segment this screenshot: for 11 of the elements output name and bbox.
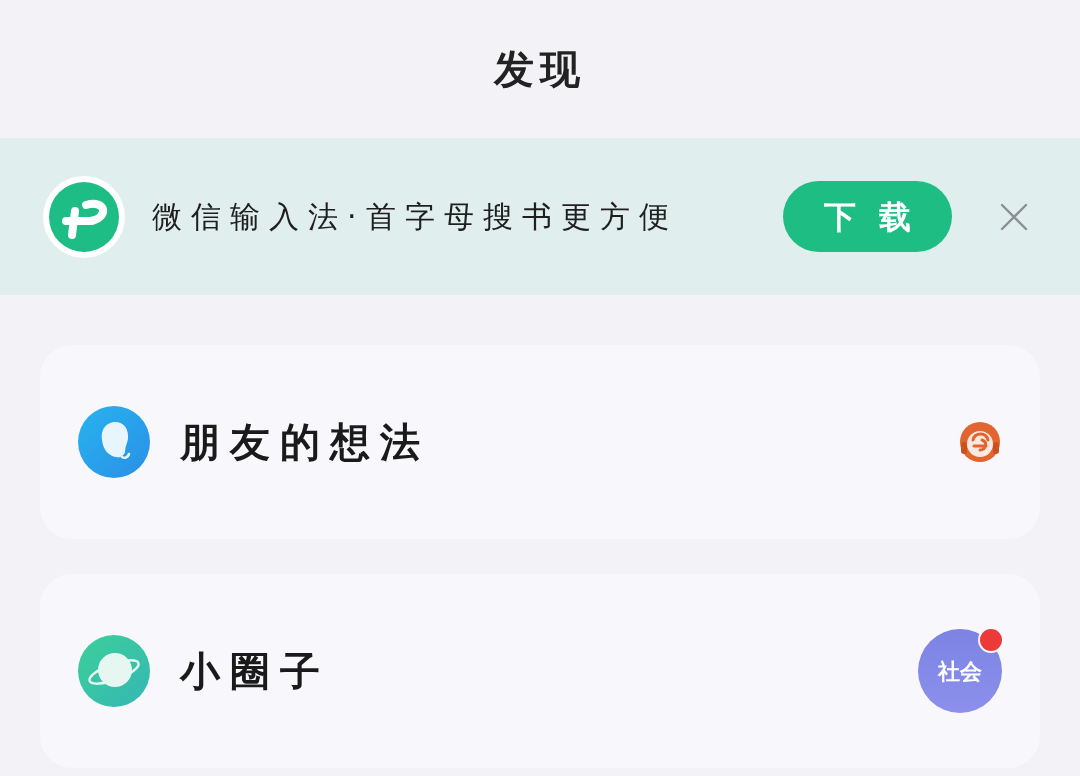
close-icon (1000, 202, 1028, 231)
page-title: 发现 (494, 45, 586, 94)
planet-icon (78, 635, 150, 707)
person-head-icon (78, 406, 150, 478)
app-logo-icon (42, 174, 126, 259)
entry-label: 小圈子 (180, 647, 330, 696)
discover-entry[interactable]: 朋友的想法 (40, 345, 1040, 539)
entry-label: 朋友的想法 (180, 418, 430, 467)
avatar-icon (958, 420, 1002, 464)
discover-entry[interactable]: 小圈子 社会 (40, 574, 1040, 768)
banner-text: 微信输入法·首字母搜书更方便 (152, 198, 678, 236)
